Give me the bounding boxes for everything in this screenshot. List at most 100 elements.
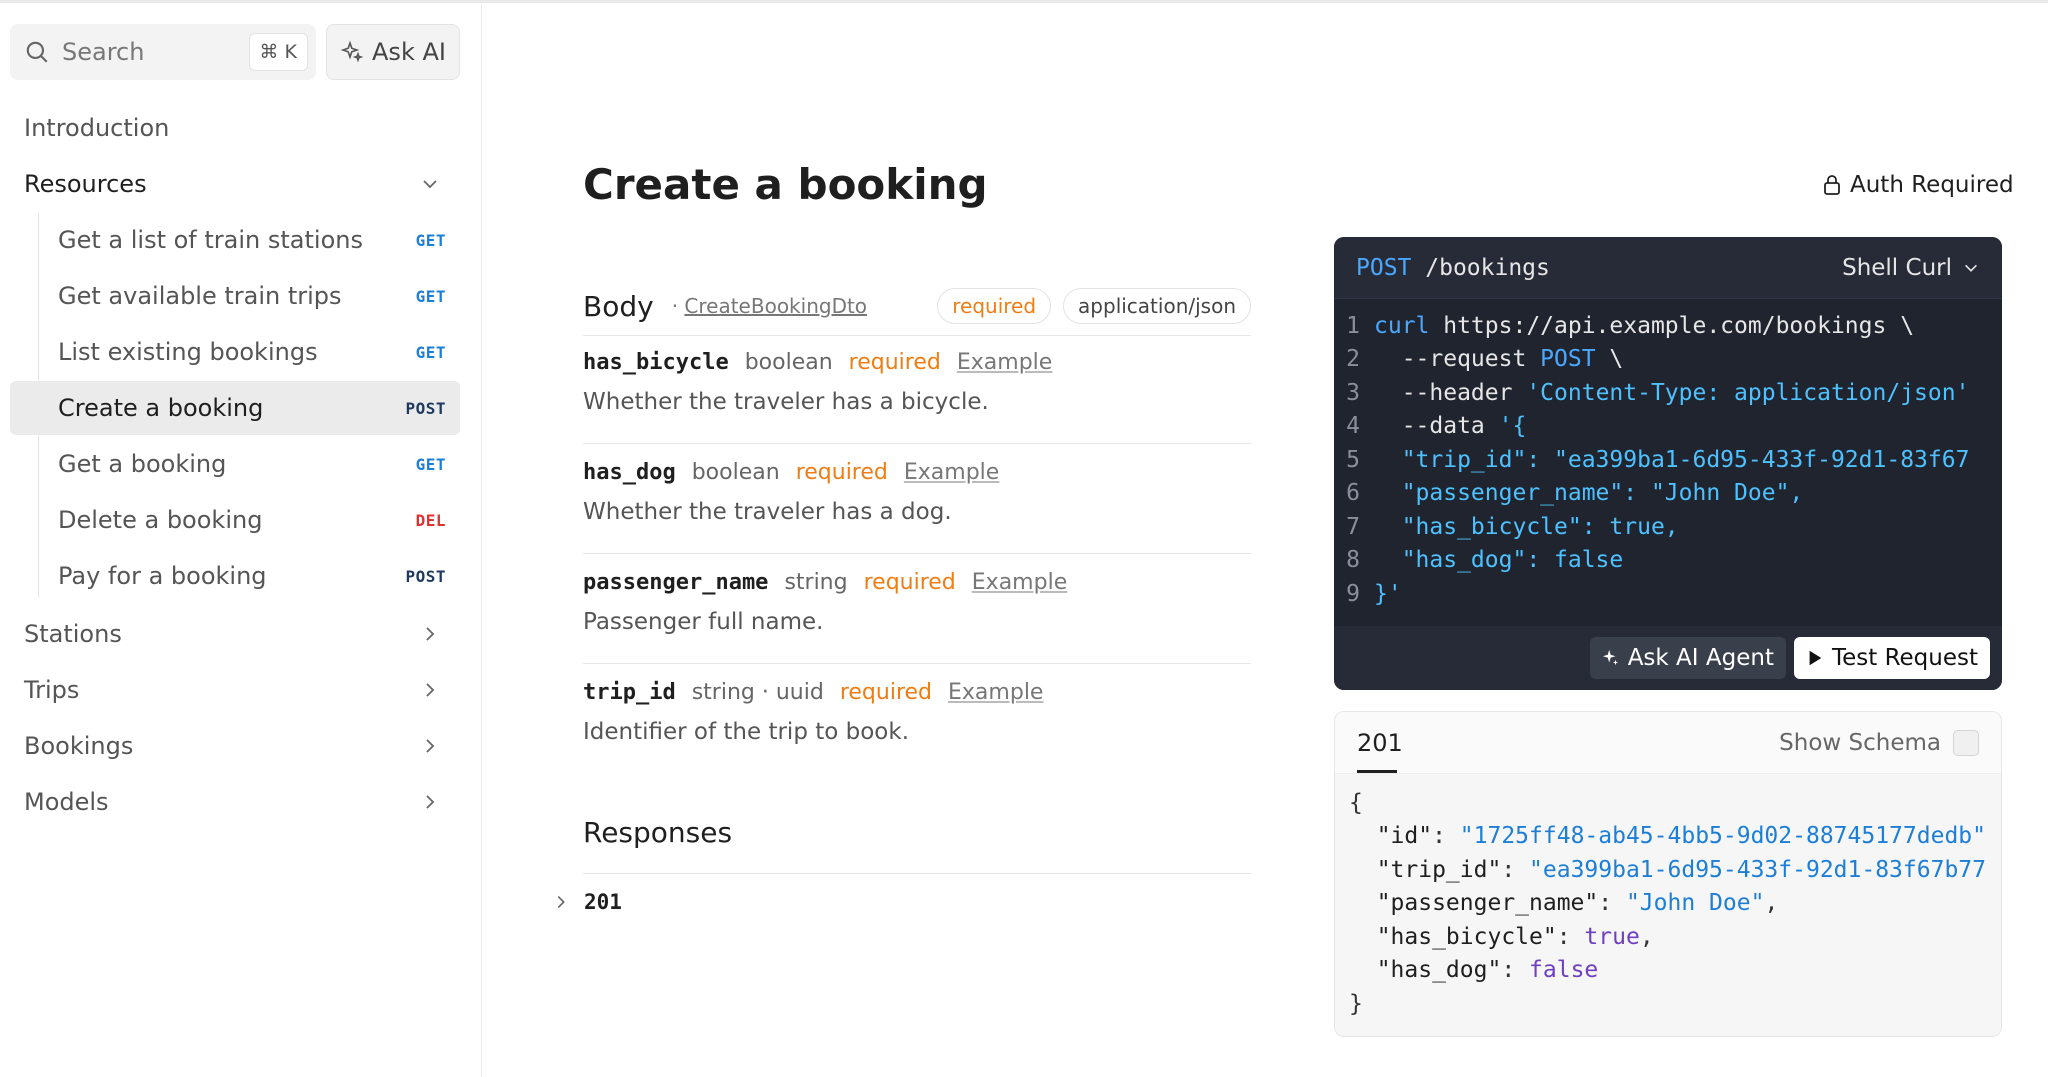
code-token: '{: [1498, 413, 1527, 440]
json-token: "ea399ba1-6d95-433f-92d1-83f67b77: [1529, 856, 1986, 883]
sidebar-item-label: Trips: [24, 676, 80, 704]
divider: [583, 443, 1251, 444]
field-name: trip_id: [583, 680, 676, 705]
field-passenger-name: passenger_name string required Example P…: [583, 570, 1251, 635]
test-request-button[interactable]: Test Request: [1793, 637, 1990, 679]
field-trip-id: trip_id string · uuid required Example I…: [583, 680, 1251, 745]
json-token: "passenger_name": [1349, 890, 1599, 917]
ask-ai-button[interactable]: Ask AI: [326, 24, 460, 80]
json-line: "has_dog": false: [1349, 954, 2001, 988]
field-description: Passenger full name.: [583, 609, 824, 635]
code-line: 3 --header 'Content-Type: application/js…: [1334, 376, 2002, 410]
chevron-right-icon: [426, 739, 435, 753]
field-required: required: [863, 570, 956, 595]
json-token: "1725ff48-ab45-4bb5-9d02-88745177dedb": [1459, 823, 1986, 850]
line-number: 8: [1346, 547, 1360, 574]
json-token: "trip_id": [1349, 856, 1502, 883]
required-pill: required: [937, 288, 1052, 324]
sidebar-subitem[interactable]: Pay for a booking POST: [10, 549, 460, 603]
language-select[interactable]: Shell Curl: [1842, 255, 1980, 281]
field-example-link[interactable]: Example: [972, 570, 1067, 595]
sidebar-item-trips[interactable]: Trips: [10, 663, 460, 717]
line-number: 4: [1346, 413, 1360, 440]
tab-201[interactable]: 201: [1357, 729, 1779, 757]
json-token: "John Doe": [1625, 890, 1765, 917]
response-201-toggle[interactable]: 201: [552, 890, 622, 914]
sidebar-item-label: Stations: [24, 620, 122, 648]
response-code: 201: [584, 890, 622, 914]
code-line: 9}': [1334, 577, 2002, 609]
field-example-link[interactable]: Example: [904, 460, 999, 485]
sidebar-subitem-label: List existing bookings: [58, 338, 318, 366]
ask-ai-agent-button[interactable]: Ask AI Agent: [1589, 637, 1786, 679]
sidebar-item-resources[interactable]: Resources: [10, 157, 460, 211]
json-token: "has_bicycle": [1349, 923, 1557, 950]
sidebar-item-label: Bookings: [24, 732, 134, 760]
line-number: 6: [1346, 480, 1360, 507]
json-token: ,: [1639, 923, 1654, 950]
code-token: "has_dog": false: [1374, 547, 1624, 574]
method-badge: GET: [415, 286, 446, 306]
sidebar-subitem[interactable]: Get a list of train stations GET: [10, 213, 460, 267]
method-badge: DEL: [415, 510, 446, 530]
field-description: Identifier of the trip to book.: [583, 719, 910, 745]
sidebar-item-label: Introduction: [24, 114, 170, 142]
field-required: required: [839, 680, 933, 705]
sidebar-item-bookings[interactable]: Bookings: [10, 719, 460, 773]
auth-required: Auth Required: [1822, 172, 2014, 198]
field-example-link[interactable]: Example: [957, 350, 1052, 375]
sidebar-subitem-active[interactable]: Create a booking POST: [10, 381, 460, 435]
divider: [583, 873, 1251, 874]
json-line: "id": "1725ff48-ab45-4bb5-9d02-88745177d…: [1349, 820, 2001, 854]
dto-link[interactable]: CreateBookingDto: [684, 294, 867, 318]
json-token: :: [1501, 957, 1530, 984]
chevron-right-icon: [557, 896, 565, 908]
method-badge: POST: [405, 566, 446, 586]
code-token: POST: [1540, 346, 1596, 373]
page-title: Create a booking: [583, 160, 988, 209]
json-token: "id": [1349, 823, 1433, 850]
content-type-pill: application/json: [1063, 288, 1251, 324]
response-body: { "id": "1725ff48-ab45-4bb5-9d02-8874517…: [1349, 786, 2001, 1021]
sidebar-item-introduction[interactable]: Introduction: [10, 101, 460, 155]
field-name: passenger_name: [583, 570, 769, 595]
line-number: 9: [1346, 580, 1360, 607]
json-token: :: [1598, 890, 1626, 917]
sidebar-subitem-label: Delete a booking: [58, 506, 263, 534]
method-badge: GET: [415, 454, 446, 474]
sidebar-item-models[interactable]: Models: [10, 775, 460, 829]
search-input[interactable]: Search ⌘ K: [10, 24, 316, 80]
sidebar-subitem[interactable]: Delete a booking DEL: [10, 493, 460, 547]
sidebar-item-label: Resources: [24, 170, 147, 198]
chevron-down-icon: [1965, 264, 1977, 272]
sidebar-subitem[interactable]: Get available train trips GET: [10, 269, 460, 323]
json-token: ,: [1764, 890, 1779, 917]
field-type: boolean: [691, 460, 780, 485]
field-example-link[interactable]: Example: [948, 680, 1043, 705]
sidebar-subitem[interactable]: Get a booking GET: [10, 437, 460, 491]
chevron-right-icon: [426, 627, 435, 641]
json-token: :: [1556, 923, 1585, 950]
request-code-panel: POST /bookings Shell Curl 1 curl https://…: [1334, 237, 2002, 690]
search-placeholder: Search: [62, 38, 145, 66]
divider: [583, 553, 1251, 554]
ask-ai-agent-label: Ask AI Agent: [1627, 645, 1774, 671]
json-token: false: [1529, 957, 1599, 984]
sidebar-item-stations[interactable]: Stations: [10, 607, 460, 661]
sidebar-subitem[interactable]: List existing bookings GET: [10, 325, 460, 379]
json-token: :: [1501, 856, 1530, 883]
json-line: {: [1349, 786, 2001, 820]
show-schema-toggle[interactable]: Show Schema: [1779, 729, 1979, 756]
code-line: 1 curl https://api.example.com/bookings \: [1334, 309, 2002, 343]
code-token: --data: [1374, 413, 1499, 440]
sidebar: Search ⌘ K Ask AI Introduction Resources…: [0, 3, 482, 1077]
code-line: 6 "passenger_name": "John Doe",: [1334, 477, 2002, 511]
method-badge: GET: [415, 342, 446, 362]
code-body: 1 curl https://api.example.com/bookings \…: [1334, 309, 2002, 609]
line-number: 1: [1346, 312, 1360, 339]
show-schema-checkbox[interactable]: [1953, 729, 1979, 756]
code-token: https://api.example.com/bookings \: [1429, 312, 1915, 339]
code-line: 5 "trip_id": "ea399ba1-6d95-433f-92d1-83…: [1334, 443, 2002, 477]
code-token: curl: [1374, 312, 1430, 339]
search-shortcut: ⌘ K: [248, 33, 308, 71]
